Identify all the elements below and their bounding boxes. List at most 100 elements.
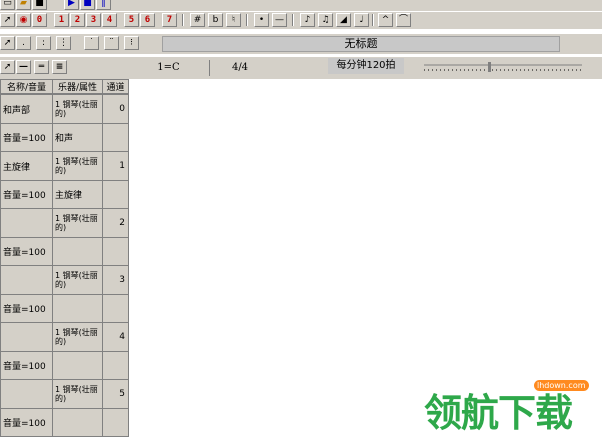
note-5-button[interactable]: 5 [124,13,139,27]
instrument-cell[interactable]: 1 钢琴(壮丽的) [52,265,103,295]
track-name-cell[interactable] [0,208,53,238]
attribute-cell[interactable] [52,237,103,266]
table-row[interactable]: 1 钢琴(壮丽的) 2 [0,208,129,238]
open-folder-icon[interactable]: ▰ [16,0,31,10]
volume-cell[interactable]: 音量=100 [0,123,53,152]
natural-button[interactable]: ♮ [226,13,241,27]
column-header-instrument: 乐器/属性 [52,79,103,94]
pointer-icon[interactable]: ➚ [0,13,15,27]
rhythm-up-1-button[interactable]: ˙ [84,36,99,50]
dash-button[interactable]: — [272,13,287,27]
octave-up-icon[interactable]: ♪ [300,13,315,27]
channel-cell[interactable]: 1 [102,151,129,181]
rhythm-up-3-button[interactable]: ⁝ [124,36,139,50]
channel-cell[interactable]: 2 [102,208,129,238]
attribute-cell[interactable]: 主旋律 [52,180,103,209]
time-signature[interactable]: 4/4 [212,60,268,76]
table-row[interactable]: 音量=100 [0,237,129,266]
grace-note-icon[interactable]: ♩ [354,13,369,27]
table-row[interactable]: 1 钢琴(壮丽的) 5 [0,379,129,409]
rhythm-up-2-button[interactable]: ¨ [104,36,119,50]
sharp-button[interactable]: # [190,13,205,27]
track-name-cell[interactable] [0,379,53,409]
attribute-cell[interactable]: 和声 [52,123,103,152]
flat-button[interactable]: b [208,13,223,27]
new-file-icon[interactable]: ▭ [0,0,15,10]
tempo-slider[interactable] [424,62,582,72]
track-name-cell[interactable] [0,322,53,352]
note-2-button[interactable]: 2 [70,13,85,27]
rhythm-dot-2-button[interactable]: : [36,36,51,50]
note-7-button[interactable]: 7 [162,13,177,27]
note-1-button[interactable]: 1 [54,13,69,27]
stop-icon[interactable]: ■ [80,0,95,10]
pointer-icon[interactable]: ➚ [0,60,15,74]
instrument-cell[interactable]: 1 钢琴(壮丽的) [52,379,103,409]
channel-cell[interactable]: 0 [102,94,129,124]
octave-down-icon[interactable]: ♫ [318,13,333,27]
volume-cell[interactable]: 音量=100 [0,237,53,266]
empty-cell [102,294,129,323]
table-row[interactable]: 主旋律 1 钢琴(壮丽的) 1 [0,151,129,181]
instrument-cell[interactable]: 1 钢琴(壮丽的) [52,322,103,352]
attribute-cell[interactable] [52,294,103,323]
instrument-name: 钢琴(壮丽的) [55,214,98,232]
channel-cell[interactable]: 5 [102,379,129,409]
instrument-cell[interactable]: 1 钢琴(壮丽的) [52,151,103,181]
dot-button[interactable]: • [254,13,269,27]
instrument-number: 1 [55,214,61,223]
volume-cell[interactable]: 音量=100 [0,294,53,323]
note-3-button[interactable]: 3 [86,13,101,27]
rhythm-toolbar: ➚ . : ⋮ ˙ ¨ ⁝ 无标题 [0,34,602,54]
attribute-cell[interactable] [52,351,103,380]
table-row[interactable]: 音量=100 和声 [0,123,129,152]
table-header: 名称/音量 乐器/属性 通道 [0,79,129,94]
file-toolbar: ▭ ▰ ■ ▶ ■ ‖ [0,0,602,11]
slur-icon[interactable]: ⌒ [396,13,411,27]
instrument-number: 1 [55,328,61,337]
empty-cell [102,237,129,266]
instrument-cell[interactable]: 1 钢琴(壮丽的) [52,94,103,124]
table-row[interactable]: 音量=100 [0,294,129,323]
attribute-cell[interactable] [52,408,103,437]
track-table: 名称/音量 乐器/属性 通道 和声部 1 钢琴(壮丽的) 0 音量=100 和声 主旋律 1… [0,79,129,437]
track-name-cell[interactable]: 和声部 [0,94,53,124]
eraser-icon[interactable]: ◉ [16,13,31,27]
save-icon[interactable]: ■ [32,0,47,10]
table-row[interactable]: 和声部 1 钢琴(壮丽的) 0 [0,94,129,124]
rhythm-dot-3-button[interactable]: ⋮ [56,36,71,50]
channel-cell[interactable]: 4 [102,322,129,352]
separator [182,14,184,26]
instrument-name: 钢琴(壮丽的) [55,328,98,346]
line-1-button[interactable]: — [16,60,31,74]
volume-cell[interactable]: 音量=100 [0,351,53,380]
empty-cell [102,351,129,380]
empty-cell [102,123,129,152]
crescendo-icon[interactable]: ◢ [336,13,351,27]
instrument-cell[interactable]: 1 钢琴(壮丽的) [52,208,103,238]
note-4-button[interactable]: 4 [102,13,117,27]
track-name-cell[interactable]: 主旋律 [0,151,53,181]
pointer-icon[interactable]: ➚ [0,36,15,50]
channel-cell[interactable]: 3 [102,265,129,295]
table-row[interactable]: 1 钢琴(壮丽的) 3 [0,265,129,295]
table-row[interactable]: 音量=100 主旋律 [0,180,129,209]
line-2-button[interactable]: ═ [34,60,49,74]
volume-cell[interactable]: 音量=100 [0,180,53,209]
accent-icon[interactable]: ^ [378,13,393,27]
table-row[interactable]: 音量=100 [0,351,129,380]
table-row[interactable]: 1 钢琴(壮丽的) 4 [0,322,129,352]
key-signature[interactable]: 1=C [128,60,210,76]
song-title[interactable]: 无标题 [162,36,560,52]
table-row[interactable]: 音量=100 [0,408,129,437]
instrument-name: 钢琴(壮丽的) [55,100,98,118]
column-header-channel: 通道 [102,79,129,94]
note-0-button[interactable]: 0 [32,13,47,27]
rhythm-dot-1-button[interactable]: . [16,36,31,50]
line-3-button[interactable]: ≡ [52,60,67,74]
pause-icon[interactable]: ‖ [96,0,111,10]
volume-cell[interactable]: 音量=100 [0,408,53,437]
track-name-cell[interactable] [0,265,53,295]
note-6-button[interactable]: 6 [140,13,155,27]
play-icon[interactable]: ▶ [64,0,79,10]
